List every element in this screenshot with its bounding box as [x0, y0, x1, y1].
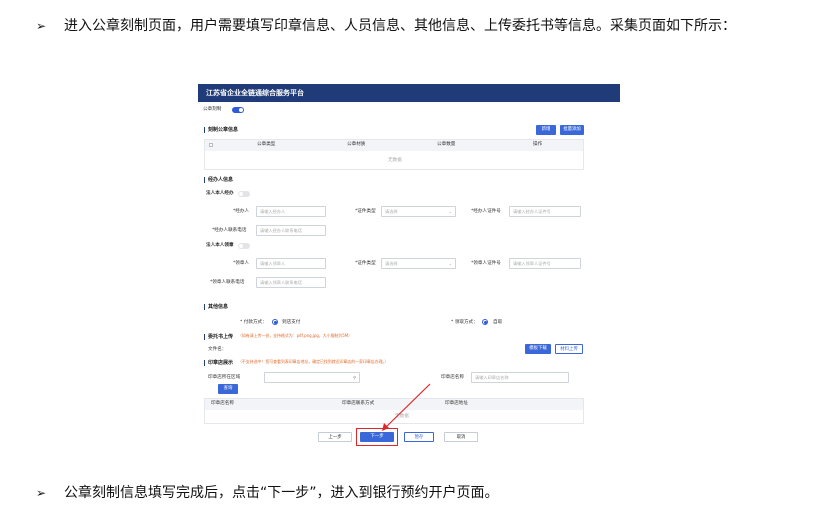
- pickup-label: *领章人: [233, 261, 250, 266]
- template-download-button[interactable]: 模板下载: [525, 344, 551, 354]
- batch-add-button[interactable]: 批量添加: [560, 125, 584, 135]
- conclusion-text: 公章刻制信息填写完成后，点击“下一步”，进入到银行预约开户页面。: [64, 485, 499, 501]
- handler-input[interactable]: 请输入经办人: [256, 206, 326, 217]
- upload-section-title: 委托书上传: [204, 334, 233, 340]
- pay-method-value: 到店支付: [282, 320, 301, 325]
- select-all-checkbox[interactable]: [209, 143, 213, 147]
- seal-table-empty: 无数据: [388, 158, 402, 163]
- shop-col-address: 印章店地址: [445, 401, 468, 406]
- add-seal-button[interactable]: 新增: [536, 125, 556, 135]
- highlight-box: [356, 428, 398, 446]
- id-type-placeholder: 请选择: [385, 209, 398, 214]
- upload-hint: （如有请上传一份，支持格式为：pdf,png,jpg，大小限制为5M）: [238, 334, 353, 339]
- legal-handle-label: 法人本人经办: [206, 191, 234, 196]
- receive-method-value: 自取: [493, 320, 503, 325]
- pay-radio[interactable]: [272, 319, 278, 325]
- bullet-icon: ➢: [36, 486, 47, 500]
- shop-name-label: 印章店名称: [441, 375, 464, 380]
- shop-section-title: 印章店展示: [204, 360, 233, 366]
- receive-radio[interactable]: [482, 319, 488, 325]
- shop-col-name: 印章店名称: [211, 401, 234, 406]
- conclusion-paragraph: ➢ 公章刻制信息填写完成后，点击“下一步”，进入到银行预约开户页面。: [36, 480, 806, 507]
- id-type2-placeholder: 请选择: [385, 261, 398, 266]
- shop-search-button[interactable]: 查询: [218, 384, 238, 394]
- shop-hint: （不支持选中！您可查看列表印章店地址，确定已找到就近印章店的一家印章店办理。）: [238, 360, 389, 365]
- seal-table: 公章类型 公章材质 公章数量 操作 无数据: [204, 139, 584, 170]
- seal-col-type: 公章类型: [257, 142, 276, 147]
- chevron-down-icon: ⌄: [448, 209, 452, 214]
- save-draft-button[interactable]: 暂存: [404, 432, 434, 442]
- shop-table-empty: 无数据: [395, 414, 409, 419]
- cancel-button[interactable]: 取消: [444, 432, 478, 442]
- pickup-phone-input[interactable]: 请输入领章人联系电话: [256, 277, 326, 288]
- handler-id-input[interactable]: 请输入经办人证件号: [509, 206, 581, 217]
- embedded-screenshot: 江苏省企业全链通综合服务平台 公章刻制 刻制公章信息 新增 批量添加 公章类型 …: [198, 84, 620, 450]
- other-section-title: 其他信息: [204, 304, 228, 310]
- gongzhang-toggle-label: 公章刻制: [203, 107, 222, 112]
- handler-label: *经办人: [233, 209, 250, 214]
- intro-paragraph: ➢ 进入公章刻制页面，用户需要填写印章信息、人员信息、其他信息、上传委托书等信息。…: [36, 13, 806, 40]
- pay-method-label: * 付款方式：: [240, 320, 267, 325]
- handler-phone-label: *经办人联系电话: [212, 228, 247, 233]
- shop-area-select[interactable]: ⚲: [264, 372, 360, 383]
- seal-col-material: 公章材质: [347, 142, 366, 147]
- legal-pickup-label: 法人本人领章: [206, 243, 234, 248]
- shop-table-header: [205, 399, 583, 410]
- shop-name-input[interactable]: 请输入印章店名称: [471, 372, 569, 383]
- id-type-label: *证件类型: [355, 209, 376, 214]
- id-type2-select[interactable]: 请选择 ⌄: [381, 258, 456, 269]
- gongzhang-toggle[interactable]: [232, 107, 244, 113]
- shop-col-contact: 印章店联系方式: [342, 401, 375, 406]
- pickup-phone-label: *领章人联系电话: [210, 280, 245, 285]
- id-type2-label: *证件类型: [355, 261, 376, 266]
- handler-section-title: 经办人信息: [204, 177, 233, 183]
- intro-text: 进入公章刻制页面，用户需要填写印章信息、人员信息、其他信息、上传委托书等信息。采…: [64, 18, 736, 34]
- chevron-down-icon: ⌄: [448, 261, 452, 266]
- material-upload-button[interactable]: 材料上传: [555, 344, 583, 354]
- pickup-input[interactable]: 请输入领章人: [256, 258, 326, 269]
- file-name-label: 文件名：: [208, 347, 227, 352]
- pickup-id-label: *领章人证件号: [471, 261, 501, 266]
- pickup-id-input[interactable]: 请输入领章人证件号: [509, 258, 581, 269]
- search-icon: ⚲: [352, 375, 356, 380]
- id-type-select[interactable]: 请选择 ⌄: [381, 206, 456, 217]
- handler-phone-input[interactable]: 请输入经办人联系电话: [256, 225, 326, 236]
- shop-area-label: 印章店所在区域: [208, 375, 241, 380]
- receive-method-label: * 领取方式：: [451, 320, 478, 325]
- bullet-icon: ➢: [36, 19, 47, 33]
- seal-col-action: 操作: [533, 142, 543, 147]
- handler-id-label: *经办人证件号: [471, 209, 501, 214]
- seal-col-count: 公章数量: [437, 142, 456, 147]
- shop-table: 印章店名称 印章店联系方式 印章店地址 无数据: [204, 398, 584, 424]
- legal-handle-toggle[interactable]: [238, 191, 250, 197]
- platform-header: 江苏省企业全链通综合服务平台: [198, 84, 620, 102]
- prev-step-button[interactable]: 上一步: [318, 432, 352, 442]
- seal-section-title: 刻制公章信息: [204, 127, 238, 133]
- legal-pickup-toggle[interactable]: [238, 243, 250, 249]
